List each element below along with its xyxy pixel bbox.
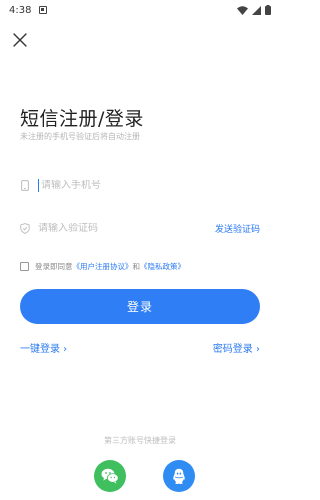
notification-icon (39, 6, 48, 14)
phone-icon (20, 179, 30, 191)
agreement-prefix: 登录即同意 (35, 261, 73, 271)
wechat-login-button[interactable] (94, 460, 126, 492)
close-icon (13, 33, 27, 47)
agreement-row: 登录即同意 《用户注册协议》 和 《隐私政策》 (20, 259, 260, 273)
status-bar: 4:38 (0, 0, 280, 20)
quick-login-link[interactable]: 一键登录 › (20, 340, 67, 355)
shield-icon (20, 222, 30, 234)
battery-icon (265, 5, 271, 15)
status-time: 4:38 (9, 4, 32, 16)
wechat-icon (101, 468, 119, 484)
page-subtitle: 未注册的手机号验证后将自动注册 (20, 132, 140, 141)
send-code-button[interactable]: 发送验证码 (215, 222, 260, 235)
signal-icon (252, 5, 261, 15)
wifi-icon (237, 5, 248, 15)
qq-login-button[interactable] (163, 460, 195, 492)
third-party-title: 第三方账号快捷登录 (104, 436, 176, 445)
status-right (237, 5, 280, 15)
privacy-policy-link[interactable]: 《隐私政策》 (140, 261, 185, 272)
page-title: 短信注册/登录 (20, 108, 144, 130)
text-caret (38, 178, 39, 192)
status-left: 4:38 (0, 4, 48, 16)
agreement-and: 和 (132, 261, 141, 271)
agreement-checkbox[interactable] (20, 261, 29, 271)
qq-icon (173, 468, 185, 484)
user-agreement-link[interactable]: 《用户注册协议》 (73, 261, 133, 272)
close-button[interactable] (9, 29, 31, 51)
phone-row (20, 170, 260, 200)
code-input[interactable] (38, 222, 215, 234)
phone-input[interactable] (41, 179, 260, 191)
password-login-link[interactable]: 密码登录 › (213, 340, 260, 355)
login-button[interactable]: 登录 (20, 289, 260, 324)
code-row: 发送验证码 (20, 213, 260, 243)
